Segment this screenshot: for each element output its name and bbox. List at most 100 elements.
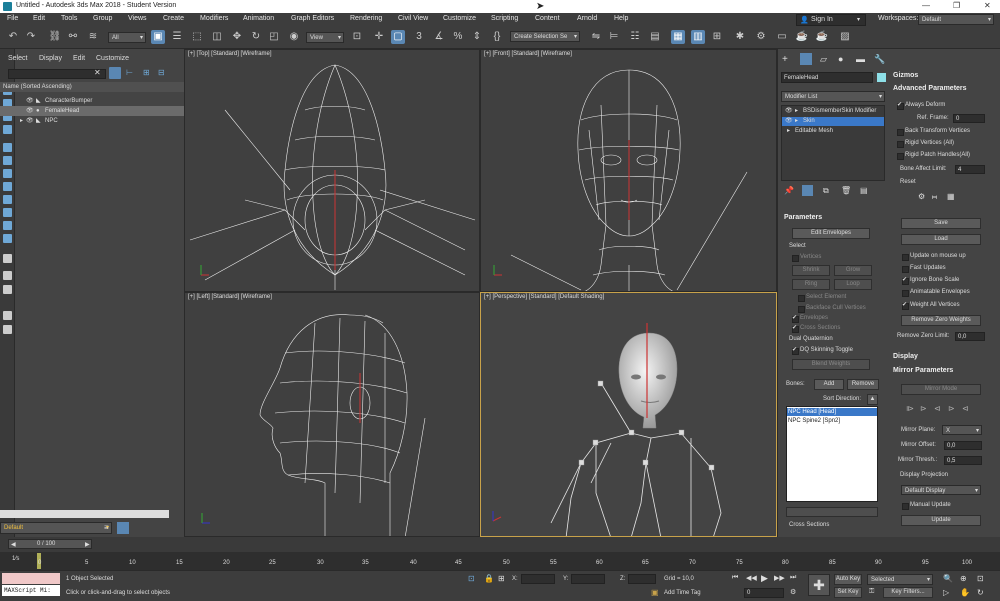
set-key-button[interactable]: Set Key — [834, 587, 862, 598]
mirror-threshold-spinner[interactable]: 0,5 — [944, 456, 982, 465]
rigid-vertices-checkbox[interactable]: Rigid Vertices (All) — [897, 140, 954, 148]
object-name-field[interactable]: FemaleHead — [781, 72, 873, 83]
maxscript-mini-listener[interactable]: MAXScript Mi: — [2, 585, 60, 596]
explorer-search-input[interactable] — [8, 69, 106, 79]
menu-edit[interactable]: Edit — [33, 15, 45, 22]
configure-sets-icon[interactable]: ▤ — [860, 186, 868, 195]
sort-direction-up-icon[interactable]: ▲ — [867, 394, 878, 405]
display-rollout-header[interactable]: Display — [893, 353, 918, 360]
toggle-ribbon-icon[interactable]: ▦ — [671, 30, 685, 44]
eye-icon[interactable]: 👁 — [26, 96, 34, 106]
time-tag-icon[interactable]: ▣ — [651, 588, 659, 597]
mirror-paste-icon[interactable]: ⧐ — [906, 404, 914, 413]
stack-item[interactable]: ▸ Editable Mesh — [782, 127, 884, 136]
menu-file[interactable]: File — [7, 15, 18, 22]
fast-updates-checkbox[interactable]: Fast Updates — [902, 265, 946, 273]
viewport-label[interactable]: [+] [Front] [Standard] [Wireframe] — [484, 51, 572, 57]
render-setup-icon[interactable]: ⚙ — [754, 30, 768, 44]
angle-snap-icon[interactable]: ∡ — [432, 30, 446, 44]
unlink-icon[interactable]: ⚯ — [66, 30, 80, 44]
pan-view-icon[interactable]: ✋ — [960, 588, 970, 597]
mirror-parameters-header[interactable]: Mirror Parameters — [893, 367, 953, 374]
viewport-label[interactable]: [+] [Perspective] [Standard] [Default Sh… — [484, 294, 604, 300]
time-slider-prev-icon[interactable]: ◀ — [11, 541, 16, 548]
viewport-front[interactable]: [+] [Front] [Standard] [Wireframe] — [480, 49, 777, 292]
keyboard-shortcut-toggle-icon[interactable]: ▢ — [391, 30, 405, 44]
viewport-label[interactable]: [+] [Top] [Standard] [Wireframe] — [188, 51, 272, 57]
viewport-label[interactable]: [+] [Left] [Standard] [Wireframe] — [188, 294, 272, 300]
menu-customize[interactable]: Customize — [443, 15, 476, 22]
material-editor-icon[interactable]: ✱ — [733, 30, 747, 44]
display-bones-icon[interactable] — [3, 208, 12, 217]
explorer-column-header[interactable]: Name (Sorted Ascending) — [0, 82, 184, 92]
list-item[interactable]: NPC Spine2 [Spn2] — [787, 417, 877, 425]
tab-display[interactable]: Display — [39, 55, 62, 62]
edit-named-selection-icon[interactable]: {} — [490, 30, 504, 44]
mirror-icon[interactable]: ⇋ — [589, 30, 603, 44]
placement-icon[interactable]: ◉ — [287, 30, 301, 44]
current-frame-field[interactable]: 0 — [744, 588, 784, 598]
eye-icon[interactable]: 👁 — [26, 116, 34, 126]
menu-views[interactable]: Views — [128, 15, 147, 22]
cross-sections-checkbox[interactable]: Cross Sections — [792, 324, 840, 333]
create-tab-icon[interactable]: + — [782, 54, 788, 65]
modify-tab-icon[interactable] — [800, 53, 812, 65]
minimize-icon[interactable]: — — [922, 1, 930, 10]
selection-lock-icon[interactable]: 🔒 — [484, 574, 494, 583]
absolute-mode-icon[interactable]: ⊞ — [498, 574, 505, 583]
update-button[interactable]: Update — [901, 515, 981, 526]
tab-select[interactable]: Select — [8, 55, 27, 62]
always-deform-checkbox[interactable]: Always Deform — [897, 101, 945, 110]
add-bone-button[interactable]: Add — [814, 379, 844, 390]
key-icon[interactable]: ⚿ — [869, 588, 874, 596]
display-xrefs-icon[interactable] — [3, 195, 12, 204]
eye-icon[interactable]: 👁 — [785, 117, 793, 126]
close-icon[interactable]: ✕ — [984, 1, 991, 10]
menu-arnold[interactable]: Arnold — [577, 15, 597, 22]
go-to-start-icon[interactable]: ⏮ — [732, 574, 738, 582]
signin-button[interactable]: 👤 Sign In ▾ — [796, 14, 866, 26]
selection-filter-dropdown[interactable]: All — [108, 32, 146, 43]
menu-modifiers[interactable]: Modifiers — [200, 15, 228, 22]
menu-rendering[interactable]: Rendering — [350, 15, 382, 22]
maxscript-listener-pink[interactable] — [2, 573, 60, 584]
snaps-toggle-icon[interactable]: 3 — [412, 30, 426, 44]
reset-all-objects-icon[interactable]: ▦ — [947, 192, 955, 201]
back-transform-checkbox[interactable]: Back Transform Vertices — [897, 128, 970, 136]
y-coordinate-field[interactable] — [571, 574, 605, 584]
bone-affect-limit-spinner[interactable]: 4 — [955, 165, 985, 174]
edit-envelopes-button[interactable]: Edit Envelopes — [792, 228, 870, 239]
zoom-all-icon[interactable]: ⊕ — [960, 574, 967, 583]
pivot-center-icon[interactable]: ⊡ — [350, 30, 364, 44]
eye-icon[interactable]: 👁 — [26, 106, 34, 116]
list-item[interactable]: 👁 ● FemaleHead — [0, 106, 184, 116]
field-of-view-icon[interactable]: ▷ — [943, 588, 949, 597]
auto-key-button[interactable]: Auto Key — [834, 574, 862, 585]
remove-bone-button[interactable]: Remove — [847, 379, 879, 390]
hierarchy-mode-icon[interactable]: ⊢ — [126, 68, 133, 77]
mirror-plane-dropdown[interactable]: X — [942, 425, 982, 435]
remove-zero-limit-spinner[interactable]: 0,0 — [955, 332, 985, 341]
align-icon[interactable]: ⊨ — [607, 30, 621, 44]
layers-stack-icon[interactable]: ≡ — [104, 523, 109, 532]
select-manipulate-icon[interactable]: ✛ — [372, 30, 386, 44]
paste-blue-green-verts-icon[interactable]: ⊲ — [962, 404, 969, 413]
expand-arrow-icon[interactable]: ▸ — [795, 107, 798, 116]
x-coordinate-field[interactable] — [521, 574, 555, 584]
mirror-offset-spinner[interactable]: 0,0 — [944, 441, 982, 450]
motion-tab-icon[interactable]: ● — [838, 54, 843, 64]
previous-frame-icon[interactable]: ◀◀ — [746, 574, 757, 582]
modifier-list-dropdown[interactable]: Modifier List — [781, 91, 885, 102]
filter-icon[interactable] — [3, 311, 12, 320]
remove-zero-weights-button[interactable]: Remove Zero Weights — [901, 315, 981, 326]
display-containers-icon[interactable] — [3, 221, 12, 230]
redo-icon[interactable]: ↷ — [24, 30, 38, 44]
z-coordinate-field[interactable] — [628, 574, 656, 584]
invert-display-icon[interactable] — [3, 285, 12, 294]
list-item[interactable]: ▸ 👁 ◣ NPC — [0, 116, 184, 126]
select-move-icon[interactable]: ✥ — [230, 30, 244, 44]
next-frame-icon[interactable]: ▶▶ — [774, 574, 785, 582]
time-configuration-icon[interactable]: ⚙ — [790, 588, 796, 596]
display-cameras-icon[interactable] — [3, 143, 12, 152]
reset-selected-vertices-icon[interactable]: ⚙ — [918, 192, 925, 201]
